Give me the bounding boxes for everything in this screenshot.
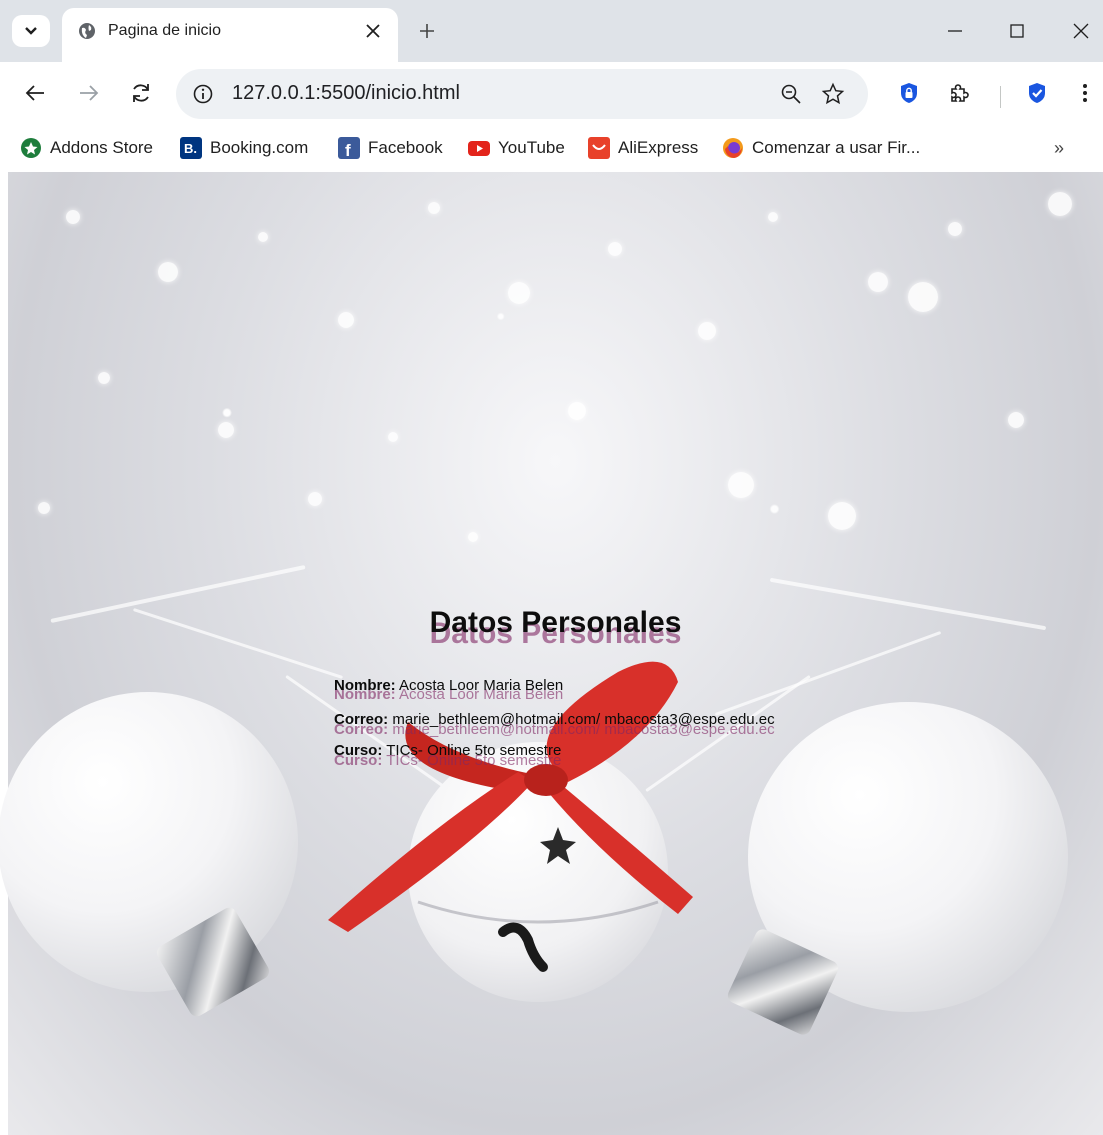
page-title: Datos Personales — [429, 606, 682, 639]
name-value: Acosta Loor Maria Belen — [399, 677, 564, 694]
bookmark-label: Comenzar a usar Fir... — [752, 138, 921, 157]
bookmark-label: Facebook — [368, 138, 443, 157]
close-window-button[interactable] — [1066, 16, 1096, 46]
aliexpress-icon — [588, 137, 610, 159]
puzzle-icon — [951, 84, 969, 102]
tab-search-button[interactable] — [12, 15, 50, 47]
name-label: Nombre: — [334, 677, 396, 694]
bookmark-facebook[interactable]: f Facebook — [338, 136, 443, 160]
tab-strip: Pagina de inicio — [0, 0, 1103, 62]
bookmark-label: AliExpress — [618, 138, 699, 157]
maximize-icon — [1010, 24, 1024, 38]
chevron-down-icon — [25, 27, 37, 35]
security-extension-button[interactable] — [1022, 78, 1052, 108]
zoom-out-icon — [781, 84, 801, 104]
forward-button[interactable] — [72, 76, 106, 110]
youtube-icon — [468, 141, 490, 156]
course-value: TICs- Online 5to semestre — [386, 742, 562, 759]
close-icon — [366, 24, 380, 38]
arrow-left-icon — [25, 85, 44, 101]
svg-text:B.: B. — [184, 141, 197, 156]
name-field: Nombre: Acosta Loor Maria Belen — [334, 677, 563, 694]
bookmark-firefox[interactable]: Comenzar a usar Fir... — [722, 136, 920, 160]
address-bar[interactable]: 127.0.0.1:5500/inicio.html — [176, 69, 868, 119]
bookmark-aliexpress[interactable]: AliExpress — [588, 136, 698, 160]
reload-icon — [133, 84, 149, 102]
toolbar-separator — [1000, 86, 1001, 108]
arrow-right-icon — [80, 85, 99, 101]
close-icon — [1073, 23, 1089, 39]
personal-data-section: Datos Personales Datos Personales Nombre… — [8, 172, 1103, 1135]
firefox-icon — [723, 138, 743, 158]
bookmark-addons-store[interactable]: Addons Store — [20, 136, 153, 160]
svg-text:f: f — [345, 141, 351, 159]
close-tab-button[interactable] — [360, 18, 386, 44]
email-label: Correo: — [334, 711, 389, 728]
minimize-icon — [948, 30, 962, 32]
tab-title: Pagina de inicio — [108, 22, 221, 39]
minimize-button[interactable] — [940, 16, 970, 46]
course-field: Curso: TICs- Online 5to semestre — [334, 742, 561, 759]
maximize-button[interactable] — [1002, 16, 1032, 46]
new-tab-button[interactable] — [412, 16, 442, 46]
reload-button[interactable] — [124, 76, 158, 110]
zoom-button[interactable] — [778, 81, 804, 107]
kebab-menu-icon — [1083, 84, 1087, 102]
browser-menu-button[interactable] — [1070, 78, 1100, 108]
page-viewport: Datos Personales Datos Personales Nombre… — [0, 172, 1103, 1135]
lock-shield-icon — [901, 83, 917, 103]
back-button[interactable] — [18, 76, 52, 110]
bookmark-booking[interactable]: B. Booking.com — [180, 136, 308, 160]
bookmark-youtube[interactable]: YouTube — [468, 136, 565, 160]
bookmark-star-button[interactable] — [820, 81, 846, 107]
extensions-button[interactable] — [944, 78, 974, 108]
star-icon — [821, 82, 845, 105]
bookmarks-bar: Addons Store B. Booking.com f Facebook Y… — [0, 126, 1103, 172]
shield-check-icon — [1029, 83, 1045, 103]
booking-icon: B. — [180, 137, 202, 159]
bookmark-label: Addons Store — [50, 138, 154, 157]
navigation-toolbar: 127.0.0.1:5500/inicio.html — [0, 62, 1103, 126]
url-text[interactable]: 127.0.0.1:5500/inicio.html — [232, 82, 460, 105]
globe-icon — [79, 23, 95, 39]
bookmark-label: Booking.com — [210, 138, 309, 157]
bookmark-label: YouTube — [498, 138, 565, 157]
password-extension-button[interactable] — [894, 78, 924, 108]
info-icon[interactable] — [192, 83, 214, 105]
plus-icon — [420, 24, 434, 38]
email-field: Correo: marie_bethleem@hotmail.com/ mbac… — [334, 711, 775, 728]
active-tab[interactable]: Pagina de inicio — [62, 8, 398, 62]
course-label: Curso: — [334, 742, 383, 759]
more-bookmarks-button[interactable]: » — [1054, 138, 1064, 159]
email-value: marie_bethleem@hotmail.com/ mbacosta3@es… — [392, 711, 775, 728]
addons-store-icon — [21, 138, 41, 158]
facebook-icon: f — [338, 137, 360, 159]
